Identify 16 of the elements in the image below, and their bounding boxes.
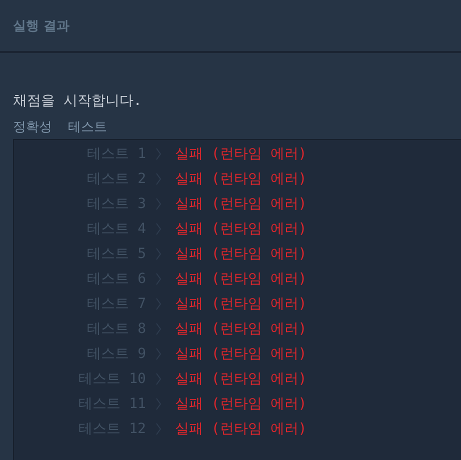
test-result: 실패 (런타임 에러) <box>175 244 307 262</box>
section-label: 정확성 <box>13 119 52 137</box>
console-message: 채점을 시작합니다. <box>13 92 143 111</box>
test-result: 실패 (런타임 에러) <box>175 220 307 238</box>
test-result: 실패 (런타임 에러) <box>175 194 307 212</box>
test-result: 실패 (런타임 에러) <box>175 370 307 388</box>
test-result: 실패 (런타임 에러) <box>175 270 307 288</box>
test-result: 실패 (런타임 에러) <box>175 394 307 412</box>
test-result: 실패 (런타임 에러) <box>175 294 307 312</box>
test-result: 실패 (런타임 에러) <box>175 170 307 188</box>
test-result: 실패 (런타임 에러) <box>175 320 307 338</box>
section-label: 테스트 <box>68 119 107 137</box>
test-result: 실패 (런타임 에러) <box>175 144 307 162</box>
test-result: 실패 (런타임 에러) <box>175 344 307 362</box>
panel-title: 실행 결과 <box>13 18 70 34</box>
test-result: 실패 (런타임 에러) <box>175 420 307 438</box>
